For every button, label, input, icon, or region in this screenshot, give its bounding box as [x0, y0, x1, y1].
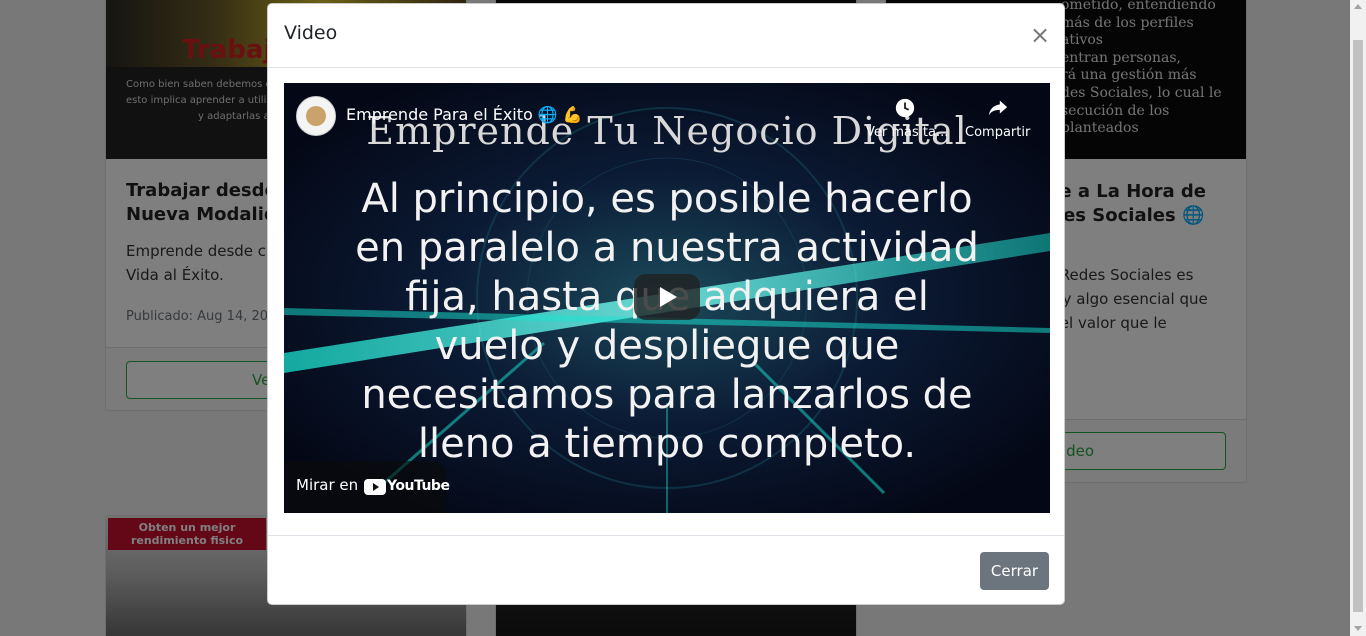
watch-later-label: Ver más ta...	[866, 125, 949, 140]
page-scrollbar[interactable]	[1350, 0, 1366, 636]
close-icon[interactable]: ×	[1030, 21, 1050, 49]
watch-on-youtube-button[interactable]: Mirar en YouTube	[284, 461, 450, 513]
youtube-video-player[interactable]: Emprende Tu Negocio Digital Al principio…	[284, 83, 1050, 513]
subtitle-line: Al principio, es posible hacerlo	[361, 176, 973, 222]
share-icon	[988, 100, 1008, 116]
video-title[interactable]: Emprende Para el Éxito 🌐 💪	[346, 105, 583, 124]
subtitle-line: vuelo y despliegue que	[434, 323, 900, 369]
youtube-wordmark: YouTube	[387, 478, 450, 494]
clock-icon	[895, 98, 915, 118]
watch-on-label: Mirar en	[296, 476, 359, 494]
video-modal: Video × Emprende Tu Negocio Digital Al p…	[267, 3, 1065, 605]
modal-header: Video ×	[268, 4, 1064, 68]
channel-logo-icon	[306, 106, 326, 126]
scroll-down-arrow-icon[interactable]	[1354, 626, 1362, 631]
modal-footer: Cerrar	[268, 535, 1064, 604]
share-label: Compartir	[965, 125, 1031, 140]
video-subtitles: Al principio, es posible hacerlo en para…	[284, 175, 1050, 469]
youtube-logo-icon	[364, 479, 386, 495]
modal-title: Video	[284, 22, 338, 44]
play-button[interactable]	[634, 274, 700, 320]
share-button[interactable]: Compartir	[960, 97, 1040, 143]
subtitle-line: en paralelo a nuestra actividad	[355, 225, 979, 271]
play-icon	[660, 287, 677, 307]
scrollbar-thumb[interactable]	[1353, 40, 1363, 612]
scroll-up-arrow-icon[interactable]	[1354, 4, 1362, 9]
channel-avatar[interactable]	[296, 96, 336, 136]
watch-later-button[interactable]: Ver más ta...	[862, 97, 950, 143]
close-button[interactable]: Cerrar	[980, 552, 1049, 590]
subtitle-line: necesitamos para lanzarlos de	[361, 372, 973, 418]
